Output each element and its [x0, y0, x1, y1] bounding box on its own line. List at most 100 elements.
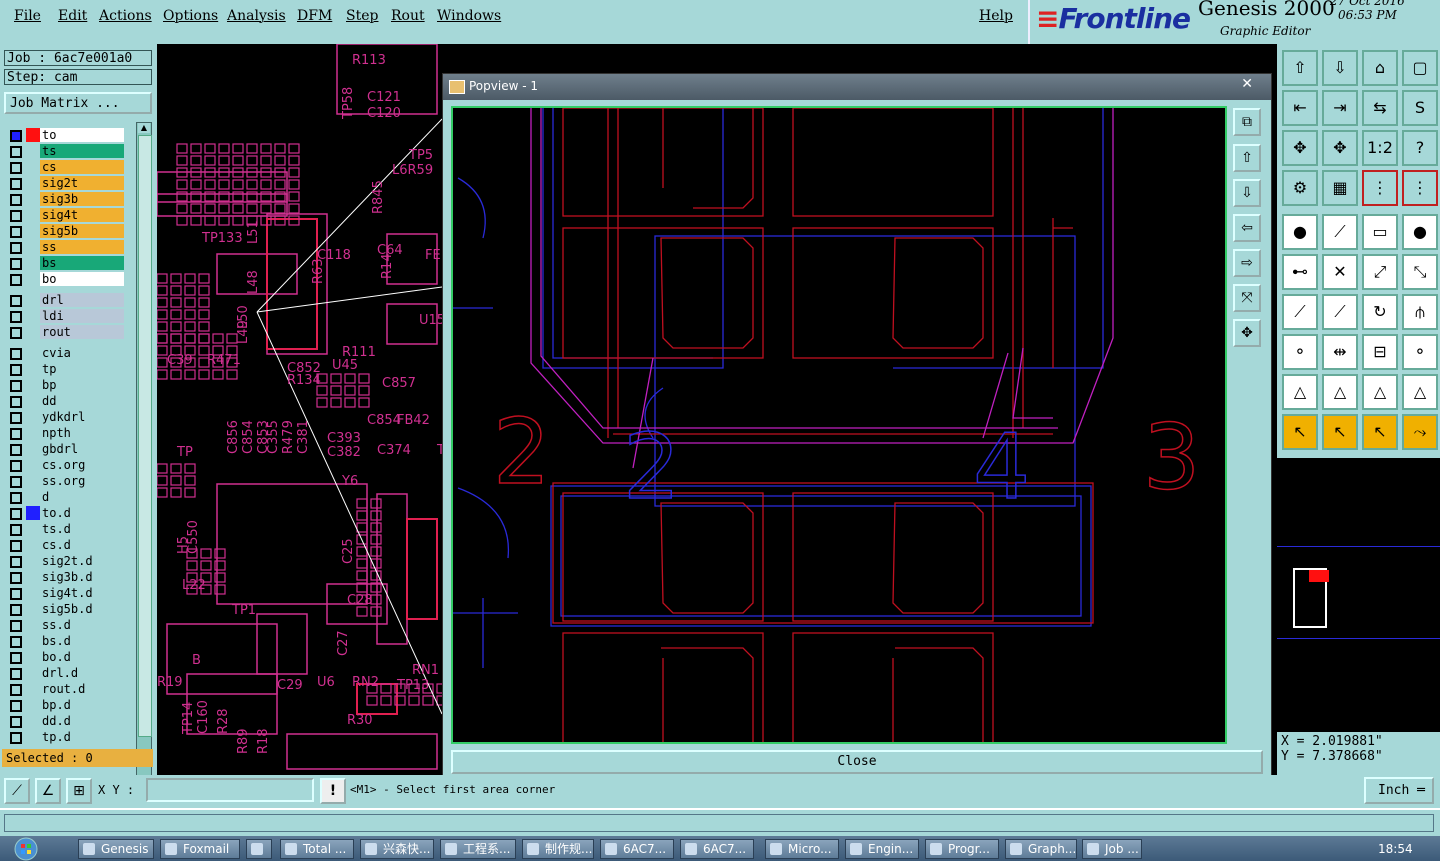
ruler-icon[interactable]: ▭ [1362, 214, 1398, 250]
layer-row[interactable]: sig5b.d [6, 602, 124, 617]
layer-row[interactable]: ss.org [6, 474, 124, 489]
layer-row[interactable]: bo.d [6, 650, 124, 665]
pop-copy-icon[interactable]: ⧉ [1233, 108, 1261, 136]
menu-analysis[interactable]: Analysis [227, 8, 286, 24]
zoom-down-icon[interactable]: ⇩ [1322, 50, 1358, 86]
help-icon[interactable]: ? [1402, 130, 1438, 166]
layer-name[interactable]: rout.d [40, 682, 124, 696]
scroll-thumb[interactable] [138, 135, 152, 737]
layer-name[interactable]: d [40, 490, 124, 504]
taskbar-button[interactable]: 工程系... [440, 839, 516, 859]
layer-row[interactable]: bp.d [6, 698, 124, 713]
layer-checkbox[interactable] [10, 274, 22, 286]
layer-color-swatch[interactable] [26, 458, 40, 472]
layer-name[interactable]: ldi [40, 309, 124, 323]
overview-map[interactable] [1277, 456, 1440, 734]
layer-checkbox[interactable] [10, 258, 22, 270]
layer-checkbox[interactable] [10, 732, 22, 744]
layer-row[interactable]: rout [6, 325, 124, 340]
layer-row[interactable]: sig5b [6, 224, 124, 239]
layer-color-swatch[interactable] [26, 602, 40, 616]
layer-row[interactable]: rout.d [6, 682, 124, 697]
layer-row[interactable]: bs [6, 256, 124, 271]
layer-row[interactable]: gbdrl [6, 442, 124, 457]
layer-row[interactable]: cs.d [6, 538, 124, 553]
layer-row[interactable]: drl [6, 293, 124, 308]
layer-checkbox[interactable] [10, 508, 22, 520]
pop-left-icon[interactable]: ⇦ [1233, 214, 1261, 242]
pad-shape-icon[interactable]: ● [1402, 214, 1438, 250]
layer-color-swatch[interactable] [26, 160, 40, 174]
layer-name[interactable]: cvia [40, 346, 124, 360]
layer-down-icon[interactable]: ⋮ [1402, 170, 1438, 206]
layer-row[interactable]: sig2t.d [6, 554, 124, 569]
layer-checkbox[interactable] [10, 492, 22, 504]
layer-name[interactable]: sig2t.d [40, 554, 124, 568]
layer-row[interactable]: ss.d [6, 618, 124, 633]
layer-checkbox[interactable] [10, 556, 22, 568]
scroll-up-icon[interactable]: ▲ [138, 123, 150, 133]
layer-color-swatch[interactable] [26, 586, 40, 600]
pop-down-icon[interactable]: ⇩ [1233, 179, 1261, 207]
line-draw-icon[interactable]: ⟋ [1322, 294, 1358, 330]
layer-color-swatch[interactable] [26, 506, 40, 520]
taskbar-button[interactable]: Engin... [845, 839, 919, 859]
layer-row[interactable]: d [6, 490, 124, 505]
measure-icon[interactable]: ⊟ [1362, 334, 1398, 370]
layer-name[interactable]: bp.d [40, 698, 124, 712]
menu-actions[interactable]: Actions [99, 8, 152, 24]
layer-row[interactable]: bs.d [6, 634, 124, 649]
layer-name[interactable]: tp [40, 362, 124, 376]
select-icon[interactable]: ↖ [1282, 414, 1318, 450]
layer-checkbox[interactable] [10, 130, 22, 142]
menu-edit[interactable]: Edit [58, 8, 87, 24]
layer-up-icon[interactable]: ⋮ [1362, 170, 1398, 206]
unit-selector[interactable]: Inch ═ [1364, 777, 1434, 804]
taskbar-button[interactable]: Total ... [280, 839, 354, 859]
layer-checkbox[interactable] [10, 162, 22, 174]
layer-row[interactable]: cs [6, 160, 124, 175]
menu-dfm[interactable]: DFM [297, 8, 332, 24]
layer-name[interactable]: tp.d [40, 730, 124, 744]
menu-help[interactable]: Help [979, 8, 1013, 24]
layer-color-swatch[interactable] [26, 682, 40, 696]
layer-name[interactable]: cs [40, 160, 124, 174]
select-move-icon[interactable]: ↖ [1362, 414, 1398, 450]
pop-zoom-home-icon[interactable]: ✥ [1233, 319, 1261, 347]
layer-checkbox[interactable] [10, 572, 22, 584]
layer-checkbox[interactable] [10, 476, 22, 488]
layer-checkbox[interactable] [10, 524, 22, 536]
layer-name[interactable]: cs.d [40, 538, 124, 552]
job-matrix-button[interactable]: Job Matrix ... [4, 92, 152, 114]
layer-scrollbar[interactable]: ▲ ▼ [136, 122, 152, 794]
layer-name[interactable]: bo.d [40, 650, 124, 664]
connect-icon[interactable]: ⊷ [1282, 254, 1318, 290]
layer-name[interactable]: ts [40, 144, 124, 158]
layer-name[interactable]: ss [40, 240, 124, 254]
contour-icon[interactable]: ⚬ [1402, 334, 1438, 370]
settings-icon[interactable]: ⚙ [1282, 170, 1318, 206]
layer-color-swatch[interactable] [26, 634, 40, 648]
layer-name[interactable]: bp [40, 378, 124, 392]
layer-name[interactable]: bs.d [40, 634, 124, 648]
layer-checkbox[interactable] [10, 428, 22, 440]
layer-color-swatch[interactable] [26, 618, 40, 632]
pan-left-icon[interactable]: ⇤ [1282, 90, 1318, 126]
taskbar-button[interactable] [246, 839, 272, 859]
pop-right-icon[interactable]: ⇨ [1233, 249, 1261, 277]
layer-name[interactable]: ydkdrl [40, 410, 124, 424]
taskbar-button[interactable]: Genesis [78, 839, 154, 859]
layer-row[interactable]: drl.d [6, 666, 124, 681]
layer-row[interactable]: sig3b.d [6, 570, 124, 585]
slash-icon[interactable]: ⟋ [1282, 294, 1318, 330]
layer-name[interactable]: sig5b [40, 224, 124, 238]
layer-name[interactable]: dd [40, 394, 124, 408]
layer-row[interactable]: ydkdrl [6, 410, 124, 425]
layer-checkbox[interactable] [10, 311, 22, 323]
layer-color-swatch[interactable] [26, 176, 40, 190]
triangle-icon[interactable]: △ [1282, 374, 1318, 410]
taskbar-button[interactable]: 制作规... [522, 839, 594, 859]
layer-checkbox[interactable] [10, 636, 22, 648]
layer-checkbox[interactable] [10, 588, 22, 600]
triangle-cut-icon[interactable]: △ [1402, 374, 1438, 410]
